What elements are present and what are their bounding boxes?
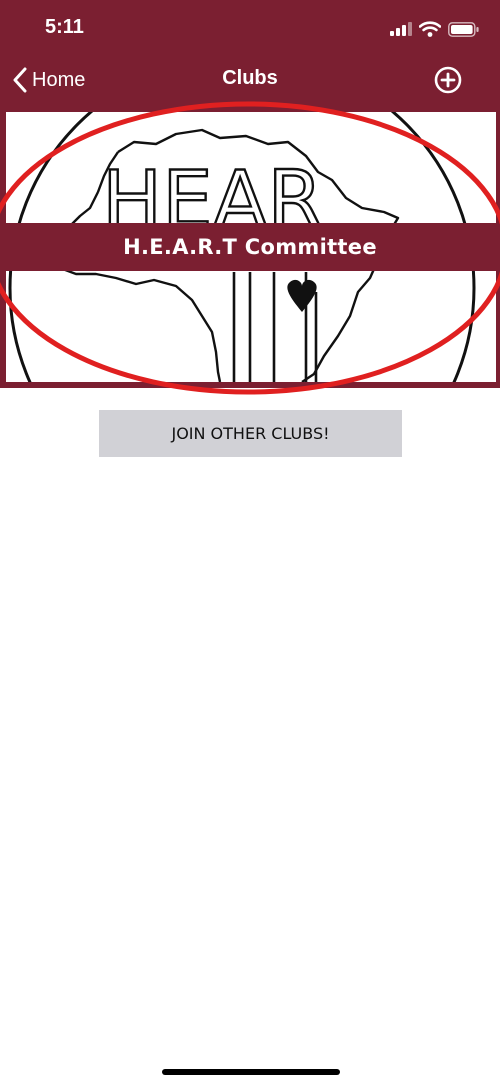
cellular-signal-icon [390,22,412,36]
join-other-clubs-button[interactable]: JOIN OTHER CLUBS! [99,410,402,457]
add-club-button[interactable] [432,64,464,96]
club-card[interactable]: HEAR H.E.A.R.T Committee [0,108,500,388]
status-icons [390,18,480,40]
plus-circle-icon [434,66,462,94]
battery-icon [448,21,479,37]
home-indicator [162,1069,340,1075]
page-title: Clubs [222,67,278,89]
club-name: H.E.A.R.T Committee [0,223,500,271]
navigation-bar: Home Clubs [0,56,500,108]
status-time: 5:11 [45,16,84,38]
wifi-icon [419,21,441,37]
status-bar: 5:11 [0,0,500,56]
